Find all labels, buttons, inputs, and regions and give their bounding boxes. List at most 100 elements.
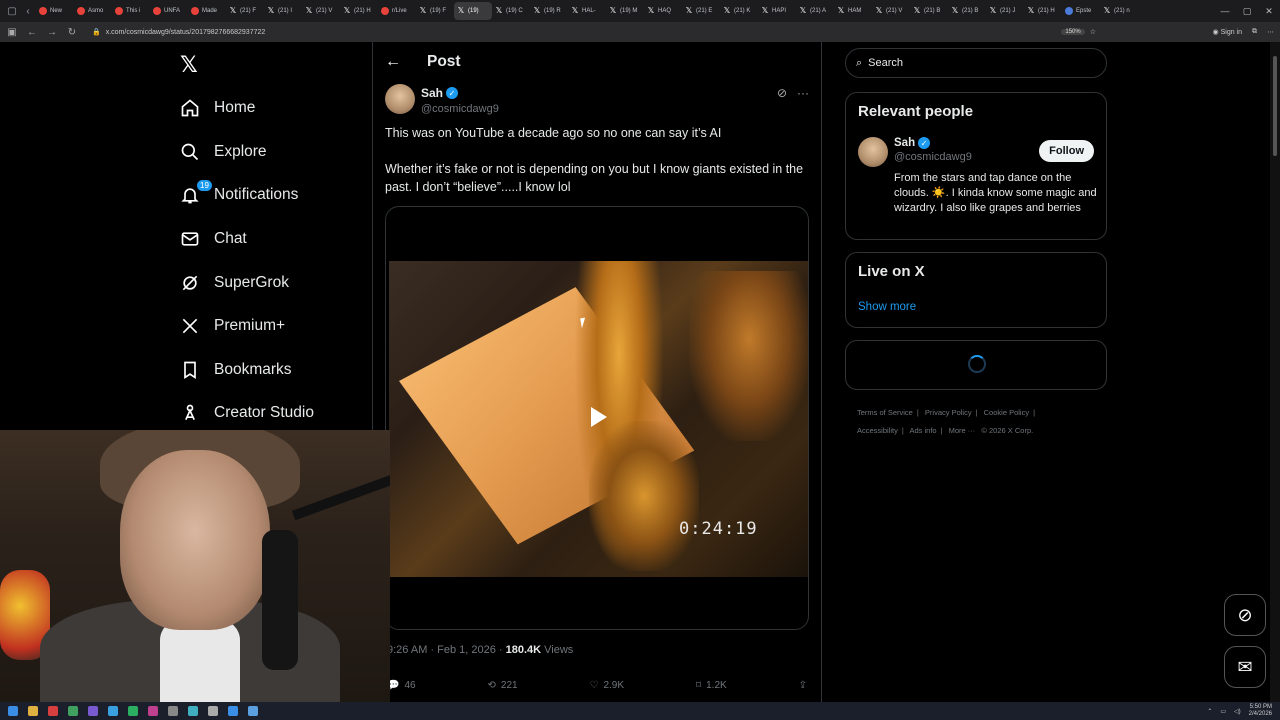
app-icon[interactable]	[88, 706, 98, 716]
video-frame[interactable]: 0:24:19	[389, 261, 808, 577]
app-icon[interactable]	[228, 706, 238, 716]
browser-tab[interactable]: 𝕏 (21) K	[720, 2, 758, 20]
follow-button[interactable]: Follow	[1039, 140, 1094, 162]
footer-cookie[interactable]: Cookie Policy	[984, 408, 1029, 417]
video-player[interactable]: 0:24:19	[385, 206, 809, 630]
tab-actions-icon[interactable]: ▢	[4, 3, 20, 19]
browser-tab[interactable]: This i	[112, 2, 150, 20]
avatar[interactable]	[858, 137, 888, 167]
extensions-icon[interactable]: ⧉	[1252, 28, 1257, 36]
nav-item-premium[interactable]: Premium+	[180, 311, 285, 341]
app-icon[interactable]	[108, 706, 118, 716]
nav-item-creator-studio[interactable]: Creator Studio	[180, 398, 314, 428]
browser-tab[interactable]: 𝕏 HAM	[834, 2, 872, 20]
footer-accessibility[interactable]: Accessibility	[857, 426, 898, 435]
nav-item-bookmarks[interactable]: Bookmarks	[180, 355, 292, 385]
browser-tab[interactable]: Made	[188, 2, 226, 20]
close-icon[interactable]: ✕	[1258, 6, 1280, 17]
browser-tab[interactable]: 𝕏 (19) F	[416, 2, 454, 20]
relevant-person[interactable]: Sah ✓ @cosmicdawg9	[858, 137, 972, 167]
person-name[interactable]: Sah	[894, 137, 915, 149]
browser-tab[interactable]: 𝕏 (21) J	[986, 2, 1024, 20]
browser-tab[interactable]: Asmo	[74, 2, 112, 20]
repost-button[interactable]: ⟲ 221	[488, 680, 518, 691]
forward-icon[interactable]: →	[46, 27, 58, 38]
tab-scroll-left-icon[interactable]: ‹	[20, 3, 36, 19]
footer-ads-info[interactable]: Ads info	[909, 426, 936, 435]
browser-tab[interactable]: 𝕏 HAL-	[568, 2, 606, 20]
browser-tab[interactable]: 𝕏 (19)	[454, 2, 492, 20]
browser-tab[interactable]: 𝕏 (21) B	[948, 2, 986, 20]
browser-tab[interactable]: Epste	[1062, 2, 1100, 20]
more-options-icon[interactable]: ···	[797, 86, 809, 100]
nav-item-explore[interactable]: Explore	[180, 137, 267, 167]
app-icon[interactable]	[48, 706, 58, 716]
grok-explain-icon[interactable]: ⊘	[777, 86, 787, 100]
browser-tab[interactable]: r/Live	[378, 2, 416, 20]
url-field[interactable]: 🔒 x.com/cosmicdawg9/status/2017982766682…	[86, 25, 1096, 39]
share-button[interactable]: ⇪	[799, 680, 807, 691]
browser-tab[interactable]: New	[36, 2, 74, 20]
show-more-link[interactable]: Show more	[858, 301, 916, 313]
messages-fab-button[interactable]: ✉	[1224, 646, 1266, 688]
browser-tab[interactable]: 𝕏 HAQ	[644, 2, 682, 20]
app-icon[interactable]	[248, 706, 258, 716]
sidebar-toggle-icon[interactable]: ▣	[6, 27, 18, 38]
grok-fab-button[interactable]: ⊘	[1224, 594, 1266, 636]
nav-item-home[interactable]: Home	[180, 93, 255, 123]
footer-privacy[interactable]: Privacy Policy	[925, 408, 972, 417]
start-icon[interactable]	[8, 706, 18, 716]
browser-tab[interactable]: 𝕏 (21) I	[264, 2, 302, 20]
menu-icon[interactable]: ⋯	[1267, 28, 1274, 36]
browser-tab[interactable]: 𝕏 (21) A	[796, 2, 834, 20]
browser-tab[interactable]: 𝕏 (21) H	[340, 2, 378, 20]
nav-item-notifications[interactable]: 19 Notifications	[180, 179, 298, 210]
browser-tab[interactable]: 𝕏 (19) M	[606, 2, 644, 20]
favorite-star-icon[interactable]: ☆	[1090, 28, 1096, 36]
browser-tab[interactable]: 𝕏 (21) n	[1100, 2, 1138, 20]
app-icon[interactable]	[188, 706, 198, 716]
footer-more[interactable]: More ···	[949, 426, 976, 435]
author-name[interactable]: Sah	[421, 86, 443, 100]
post-author[interactable]: Sah ✓ @cosmicdawg9	[385, 84, 499, 115]
file-explorer-icon[interactable]	[28, 706, 38, 716]
browser-tab[interactable]: 𝕏 HAPI	[758, 2, 796, 20]
back-icon[interactable]: ←	[26, 27, 38, 38]
page-scrollbar[interactable]	[1270, 42, 1280, 702]
app-icon[interactable]	[68, 706, 78, 716]
app-icon[interactable]	[128, 706, 138, 716]
avatar[interactable]	[385, 84, 415, 114]
app-icon[interactable]	[208, 706, 218, 716]
author-handle[interactable]: @cosmicdawg9	[421, 103, 499, 115]
person-handle[interactable]: @cosmicdawg9	[894, 151, 972, 163]
play-icon[interactable]	[591, 407, 607, 427]
nav-item-chat[interactable]: Chat	[180, 224, 247, 254]
browser-tab[interactable]: 𝕏 (19) C	[492, 2, 530, 20]
network-icon[interactable]: ▭	[1220, 708, 1226, 715]
clock[interactable]: 5:50 PM 2/4/2026	[1249, 704, 1272, 718]
like-button[interactable]: ♡ 2.9K	[590, 680, 625, 691]
post-time[interactable]: 9:26 AM · Feb 1, 2026 ·	[387, 644, 506, 656]
browser-tab[interactable]: 𝕏 (19) R	[530, 2, 568, 20]
scrollbar-thumb[interactable]	[1273, 56, 1277, 156]
browser-tab[interactable]: 𝕏 (21) V	[302, 2, 340, 20]
minimize-icon[interactable]: —	[1214, 6, 1236, 16]
browser-tab[interactable]: 𝕏 (21) V	[872, 2, 910, 20]
footer-terms[interactable]: Terms of Service	[857, 408, 913, 417]
browser-tab[interactable]: 𝕏 (21) H	[1024, 2, 1062, 20]
browser-tab[interactable]: 𝕏 (21) E	[682, 2, 720, 20]
tray-chevron-icon[interactable]: ⌃	[1207, 708, 1212, 715]
browser-tab[interactable]: UNFA	[150, 2, 188, 20]
app-icon[interactable]	[168, 706, 178, 716]
browser-tab[interactable]: 𝕏 (21) F	[226, 2, 264, 20]
signin-button[interactable]: ◉ Sign in	[1213, 28, 1242, 36]
maximize-icon[interactable]: ▢	[1236, 6, 1258, 17]
reload-icon[interactable]: ↻	[66, 27, 78, 38]
back-arrow-icon[interactable]: ←	[385, 53, 401, 71]
app-icon[interactable]	[148, 706, 158, 716]
x-logo-icon[interactable]: 𝕏	[180, 52, 198, 78]
nav-item-supergrok[interactable]: SuperGrok	[180, 268, 289, 298]
browser-tab[interactable]: 𝕏 (21) B	[910, 2, 948, 20]
bookmark-button[interactable]: ⌑ 1.2K	[696, 680, 727, 691]
reply-button[interactable]: 💬 46	[387, 680, 416, 691]
